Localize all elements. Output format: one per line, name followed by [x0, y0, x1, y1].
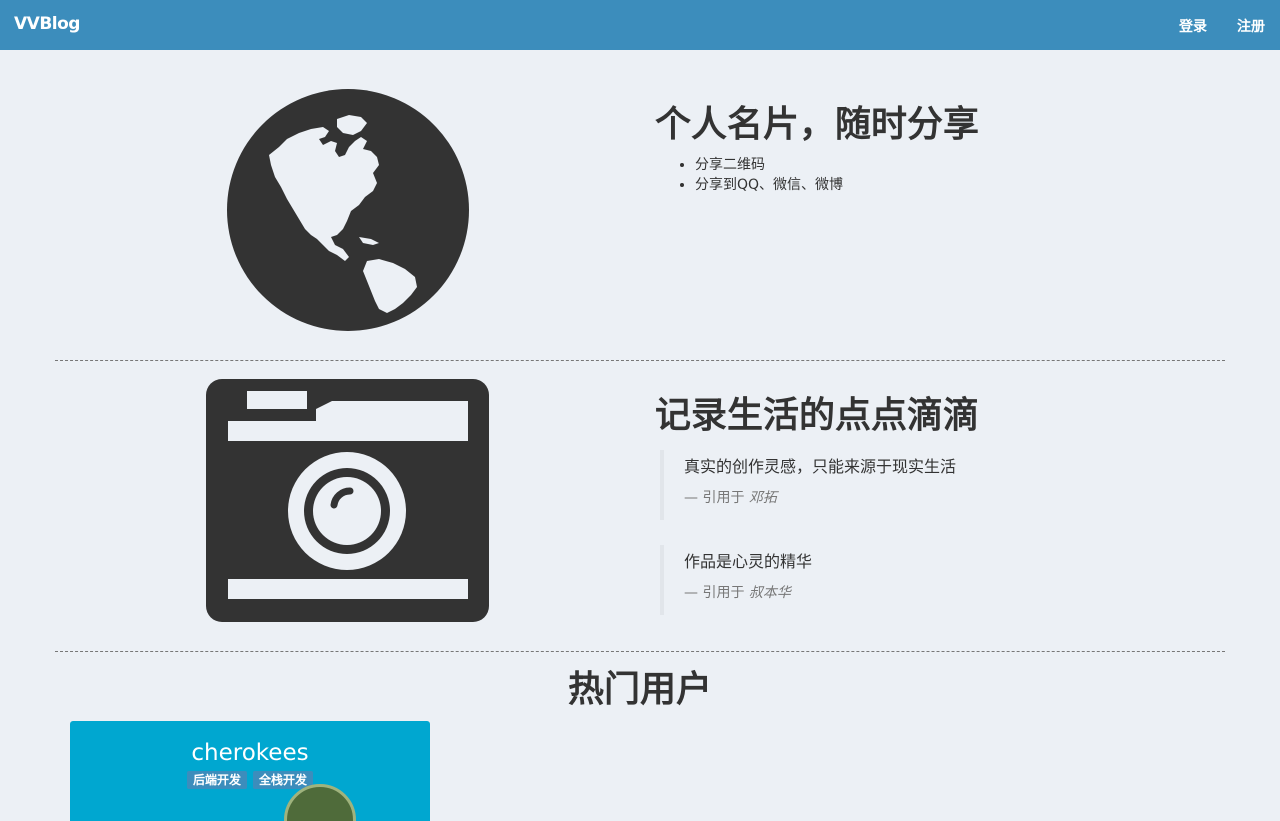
feature-title-share: 个人名片，随时分享 — [655, 104, 980, 145]
quote-text: 真实的创作灵感，只能来源于现实生活 — [684, 457, 957, 476]
top-navbar: VVBlog 登录 注册 — [0, 0, 1280, 50]
brand-logo-link[interactable]: VVBlog — [14, 14, 80, 34]
feature-title-life: 记录生活的点点滴滴 — [655, 395, 980, 436]
quote-block: 作品是心灵的精华 — 引用于 叔本华 — [660, 545, 812, 615]
quote-footer: — 引用于 邓拓 — [684, 488, 956, 508]
quote-footer: — 引用于 叔本华 — [684, 583, 812, 603]
quote-author: 邓拓 — [748, 490, 777, 506]
quote-block: 真实的创作灵感，只能来源于现实生活 — 引用于 邓拓 — [660, 450, 956, 520]
user-tags: 后端开发 全栈开发 — [70, 771, 430, 789]
user-name[interactable]: cherokees — [70, 739, 430, 767]
section-divider — [55, 360, 1225, 361]
quote-author: 叔本华 — [748, 585, 791, 601]
register-link[interactable]: 注册 — [1237, 16, 1265, 36]
list-item: 分享二维码 — [695, 155, 843, 175]
user-tag: 后端开发 — [186, 771, 247, 789]
quote-prefix: — 引用于 — [684, 490, 745, 506]
feature-list-share: 分享二维码 分享到QQ、微信、微博 — [677, 155, 843, 195]
user-card[interactable]: cherokees 后端开发 全栈开发 — [70, 721, 430, 821]
section-divider — [55, 651, 1225, 652]
list-item: 分享到QQ、微信、微博 — [695, 175, 843, 195]
globe-icon — [227, 89, 469, 331]
popular-users-title: 热门用户 — [567, 669, 712, 710]
quote-prefix: — 引用于 — [684, 585, 745, 601]
login-link[interactable]: 登录 — [1179, 16, 1207, 36]
avatar[interactable] — [284, 784, 356, 821]
quote-text: 作品是心灵的精华 — [684, 552, 813, 571]
camera-icon — [206, 379, 489, 622]
